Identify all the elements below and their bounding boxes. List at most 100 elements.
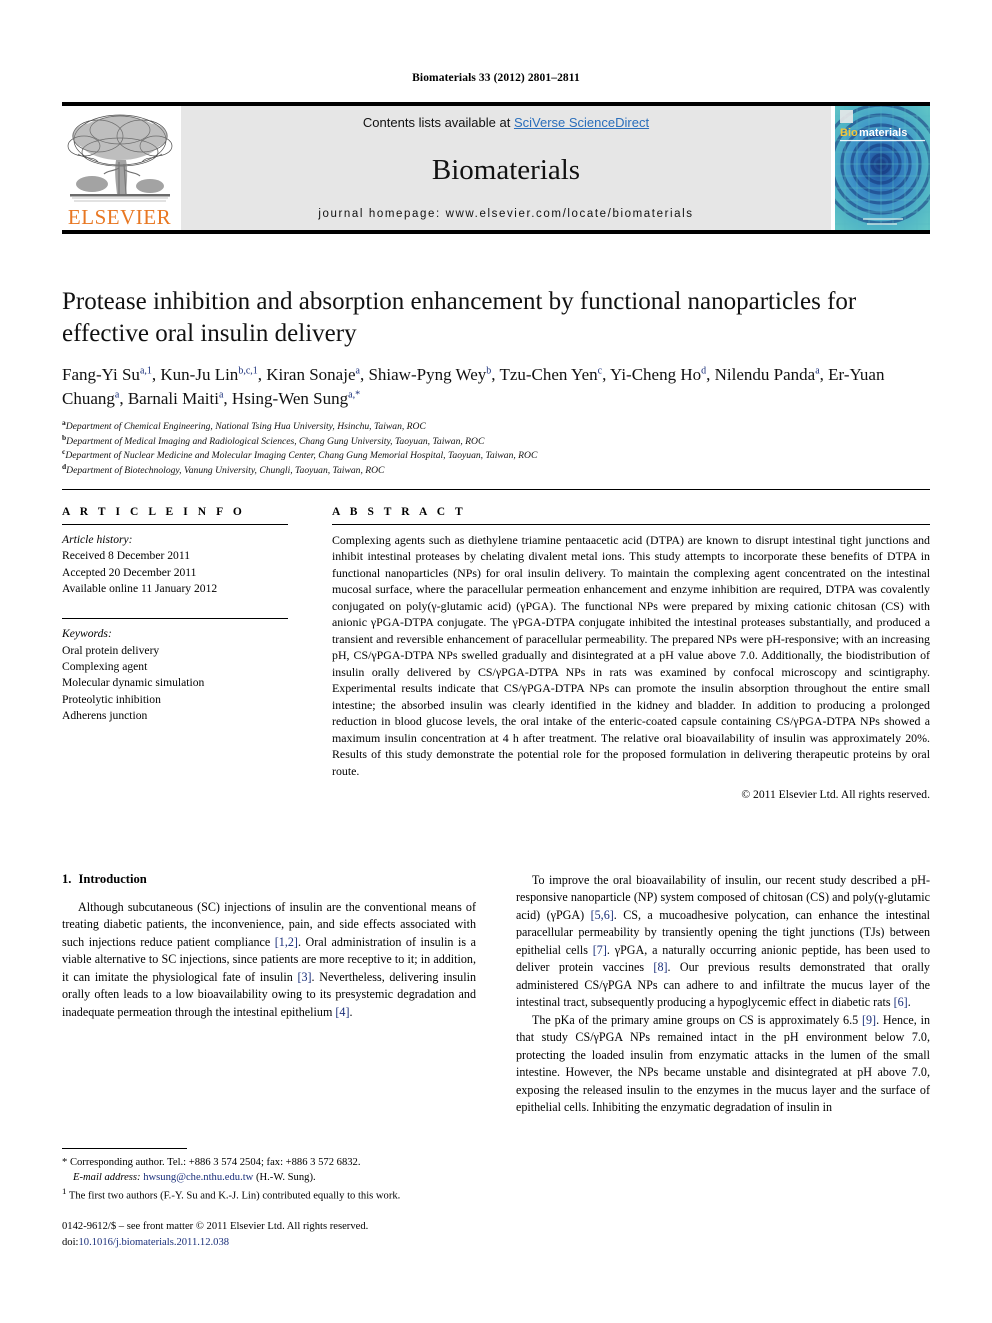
- article-history: Article history: Received 8 December 201…: [62, 532, 288, 597]
- author-affiliation-marker: a: [815, 365, 820, 377]
- doi-label: doi:: [62, 1236, 79, 1248]
- affiliation-item: bDepartment of Medical Imaging and Radio…: [62, 432, 485, 447]
- citation-link[interactable]: [4]: [335, 1005, 349, 1019]
- svg-text:materials: materials: [859, 127, 907, 139]
- elsevier-wordmark: ELSEVIER: [67, 205, 172, 229]
- running-head: Biomaterials 33 (2012) 2801–2811: [412, 72, 580, 84]
- footnote-block: * Corresponding author. Tel.: +886 3 574…: [62, 1148, 476, 1204]
- article-header: Protease inhibition and absorption enhan…: [62, 286, 930, 479]
- article-history-item: Received 8 December 2011: [62, 549, 191, 563]
- affiliation-item: aDepartment of Chemical Engineering, Nat…: [62, 418, 426, 433]
- keyword-item: Adherens junction: [62, 709, 148, 723]
- intro-paragraphs-right: To improve the oral bioavailability of i…: [516, 872, 930, 1117]
- article-history-item: Accepted 20 December 2011: [62, 565, 197, 579]
- body-paragraph: Although subcutaneous (SC) injections of…: [62, 900, 476, 1019]
- article-info-rule: [62, 524, 288, 525]
- citation-link[interactable]: [6]: [894, 995, 908, 1009]
- journal-banner: Contents lists available at SciVerse Sci…: [181, 106, 831, 230]
- keywords: Keywords: Oral protein delivery Complexin…: [62, 626, 288, 724]
- body-column-right: To improve the oral bioavailability of i…: [516, 872, 930, 1117]
- abstract-rule: [332, 524, 930, 525]
- article-body: 1. Introduction Although subcutaneous (SC…: [62, 872, 930, 1117]
- info-abstract-band: A R T I C L E I N F O Article history: R…: [62, 489, 930, 801]
- section-title: Introduction: [78, 872, 147, 886]
- author-affiliation-marker: d: [701, 365, 707, 377]
- author-name: Barnali Maiti: [127, 389, 219, 409]
- svg-text:Bio: Bio: [840, 127, 858, 139]
- citation-link[interactable]: [5,6]: [591, 908, 614, 922]
- affiliation-marker: b: [62, 432, 67, 442]
- affiliation-marker: a: [62, 418, 66, 428]
- article-history-item: Available online 11 January 2012: [62, 582, 218, 596]
- author-name: Shiaw-Pyng Wey: [368, 365, 487, 384]
- author-name: Kiran Sonaje: [266, 365, 356, 384]
- affiliation-marker: c: [62, 447, 66, 457]
- citation-link[interactable]: [1,2]: [275, 935, 298, 949]
- citation-link[interactable]: [3]: [297, 970, 311, 984]
- affiliation-item: dDepartment of Biotechnology, Vanung Uni…: [62, 461, 385, 476]
- author-affiliation-marker: c: [597, 365, 603, 377]
- author-affiliation-marker: a: [114, 389, 120, 401]
- doi-link[interactable]: 10.1016/j.biomaterials.2011.12.038: [78, 1237, 229, 1248]
- abstract-text: Complexing agents such as diethylene tri…: [332, 533, 930, 778]
- journal-homepage-line[interactable]: journal homepage: www.elsevier.com/locat…: [318, 208, 693, 220]
- author-name: Kun-Ju Lin: [160, 365, 239, 384]
- elsevier-logo: ELSEVIER: [62, 106, 177, 230]
- section-number: 1.: [62, 872, 72, 886]
- citation-link[interactable]: [7]: [593, 943, 607, 957]
- journal-title: Biomaterials: [431, 153, 581, 186]
- keywords-rule: [62, 618, 288, 620]
- abstract-copyright: © 2011 Elsevier Ltd. All rights reserved…: [741, 788, 930, 802]
- keywords-items: Oral protein delivery Complexing agent Mol…: [62, 643, 288, 725]
- contents-available-line: Contents lists available at SciVerse Sci…: [363, 115, 649, 130]
- journal-masthead: ELSEVIER Contents lists available at Sci…: [62, 102, 930, 234]
- body-column-left: 1. Introduction Although subcutaneous (SC…: [62, 872, 476, 1117]
- affiliation-marker: d: [62, 461, 67, 471]
- abstract-heading: A B S T R A C T: [332, 506, 467, 518]
- imprint-front-matter: 0142-9612/$ – see front matter © 2011 El…: [62, 1221, 369, 1232]
- footnote-email: E-mail address: hwsung@che.nthu.edu.tw (…: [62, 1170, 476, 1185]
- journal-article-page: Biomaterials 33 (2012) 2801–2811 ELSEVIE…: [0, 0, 992, 1323]
- author-name: Yi-Cheng Ho: [610, 365, 702, 384]
- author-affiliation-marker: b,c,1: [238, 365, 258, 377]
- author-affiliation-marker: a,1: [139, 365, 152, 377]
- keywords-title: Keywords:: [62, 627, 112, 641]
- article-info-heading: A R T I C L E I N F O: [62, 506, 246, 518]
- author-name: Hsing-Wen Sung: [231, 389, 349, 409]
- author-name: Tzu-Chen Yen: [499, 365, 598, 384]
- article-title: Protease inhibition and absorption enhan…: [62, 288, 857, 347]
- footnote-equal-contribution: 1 The first two authors (F.-Y. Su and K.…: [62, 1185, 476, 1204]
- article-history-items: Received 8 December 2011 Accepted 20 Dece…: [62, 548, 288, 597]
- body-paragraph: To improve the oral bioavailability of i…: [516, 873, 931, 1010]
- keyword-item: Molecular dynamic simulation: [62, 676, 205, 690]
- journal-cover-thumbnail[interactable]: Bio materials: [835, 106, 930, 230]
- contents-prefix: Contents lists available at: [362, 115, 514, 130]
- author-name: Fang-Yi Su: [62, 365, 140, 384]
- abstract-column: A B S T R A C T Complexing agents such a…: [310, 506, 930, 801]
- keyword-item: Complexing agent: [62, 660, 148, 674]
- elsevier-tree-icon: [64, 110, 176, 206]
- footnote-email-link[interactable]: hwsung@che.nthu.edu.tw: [143, 1172, 253, 1183]
- author-name: Nilendu Panda: [714, 365, 816, 384]
- footnote-email-suffix: (H.-W. Sung).: [255, 1172, 316, 1184]
- citation-link[interactable]: [9]: [862, 1013, 876, 1027]
- citation-link[interactable]: [8]: [653, 960, 667, 974]
- intro-paragraphs-left: Although subcutaneous (SC) injections of…: [62, 899, 476, 1021]
- footnote-rule: [62, 1148, 187, 1149]
- author-affiliation-marker: a,*: [348, 389, 361, 401]
- keyword-item: Proteolytic inhibition: [62, 692, 161, 706]
- affiliation-list: aDepartment of Chemical Engineering, Nat…: [62, 418, 930, 478]
- imprint-block: 0142-9612/$ – see front matter © 2011 El…: [62, 1219, 532, 1251]
- author-affiliation-marker: a: [218, 389, 224, 401]
- author-affiliation-marker: b: [486, 365, 492, 377]
- sciencedirect-link[interactable]: SciVerse ScienceDirect: [514, 115, 649, 130]
- affiliation-item: cDepartment of Nuclear Medicine and Mole…: [62, 447, 538, 462]
- masthead-bottom-rule: [62, 230, 930, 234]
- footnote-equal-contribution-text: The first two authors (F.-Y. Su and K.-J…: [68, 1190, 401, 1202]
- keyword-item: Oral protein delivery: [62, 643, 160, 657]
- author-affiliation-marker: a: [355, 365, 360, 377]
- imprint-doi-line: doi:10.1016/j.biomaterials.2011.12.038: [62, 1235, 532, 1251]
- author-list: Fang-Yi Sua,1, Kun-Ju Linb,c,1, Kiran So…: [62, 365, 885, 409]
- footnote-marker: 1: [62, 1186, 67, 1197]
